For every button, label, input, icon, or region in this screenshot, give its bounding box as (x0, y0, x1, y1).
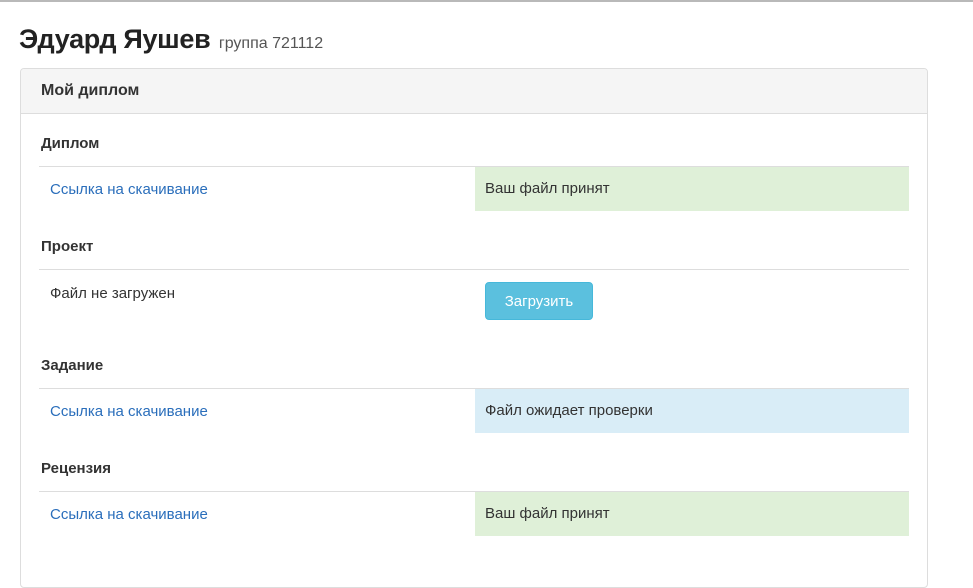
section-title-review: Рецензия (41, 460, 112, 477)
task-status-badge: Файл ожидает проверки (475, 389, 909, 433)
section-title-diploma: Диплом (41, 135, 100, 152)
window-top-border (0, 0, 973, 2)
section-title-project: Проект (41, 238, 94, 255)
student-name: Эдуард Яушев (19, 24, 211, 54)
review-download-link[interactable]: Ссылка на скачивание (50, 506, 208, 523)
diploma-panel: Мой диплом Диплом Ссылка на скачивание В… (20, 68, 928, 588)
panel-title: Мой диплом (21, 69, 927, 114)
project-file-status: Файл не загружен (50, 285, 176, 302)
upload-project-button[interactable]: Загрузить (485, 282, 593, 320)
section-divider (39, 269, 909, 270)
student-group: группа 721112 (218, 35, 324, 52)
diploma-status-badge: Ваш файл принят (475, 167, 909, 211)
task-download-link[interactable]: Ссылка на скачивание (50, 403, 208, 420)
review-status-badge: Ваш файл принят (475, 492, 909, 536)
page-header: Эдуард Яушев группа 721112 (19, 24, 323, 55)
section-title-task: Задание (41, 357, 104, 374)
diploma-download-link[interactable]: Ссылка на скачивание (50, 181, 208, 198)
